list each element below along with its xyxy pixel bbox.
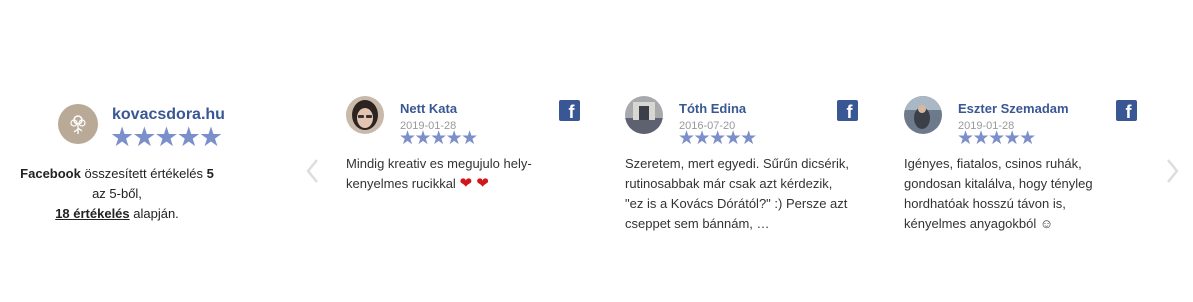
summary-rating: 5	[206, 166, 214, 181]
review-text-body: Mindig kreativ es megujulo hely- kenyelm…	[346, 156, 532, 191]
facebook-icon[interactable]: f	[1116, 100, 1137, 121]
facebook-icon[interactable]: f	[837, 100, 858, 121]
reviewer-name[interactable]: Eszter Szemadam	[958, 101, 1069, 116]
summary-text-before: összesített értékelés	[80, 166, 207, 181]
summary-stars: ★★★★★	[110, 122, 223, 152]
floral-logo-icon	[70, 115, 86, 134]
chevron-right-icon	[1167, 159, 1179, 183]
rating-summary: kovacsdora.hu ★★★★★ Facebook összesített…	[0, 100, 230, 221]
review-stars: ★★★★★	[678, 128, 757, 149]
review-stars: ★★★★★	[399, 128, 478, 149]
summary-text-after: az 5-ből,	[92, 186, 142, 201]
heart-emoji: ❤ ❤	[459, 175, 489, 192]
review-text: Szeretem, mert egyedi. Sűrűn dicsérik, r…	[625, 156, 849, 231]
summary-text: Facebook összesített értékelés 5 az 5-bő…	[12, 164, 222, 224]
brand-row: kovacsdora.hu ★★★★★	[0, 100, 230, 152]
avatar	[625, 96, 663, 134]
summary-source: Facebook	[20, 166, 81, 181]
review-text: Igényes, fiatalos, csinos ruhák, gondosa…	[904, 156, 1093, 231]
avatar	[346, 96, 384, 134]
avatar	[904, 96, 942, 134]
summary-basis: alapján.	[129, 206, 179, 221]
next-arrow-button[interactable]	[1163, 156, 1183, 186]
brand-logo	[58, 104, 98, 144]
review-stars: ★★★★★	[957, 128, 1036, 149]
chevron-left-icon	[306, 159, 318, 183]
reviewer-name[interactable]: Tóth Edina	[679, 101, 746, 116]
prev-arrow-button[interactable]	[302, 156, 322, 186]
facebook-icon[interactable]: f	[559, 100, 580, 121]
review-count-link[interactable]: 18 értékelés	[55, 206, 129, 221]
reviewer-name[interactable]: Nett Kata	[400, 101, 457, 116]
review-text: Mindig kreativ es megujulo hely- kenyelm…	[346, 154, 571, 194]
